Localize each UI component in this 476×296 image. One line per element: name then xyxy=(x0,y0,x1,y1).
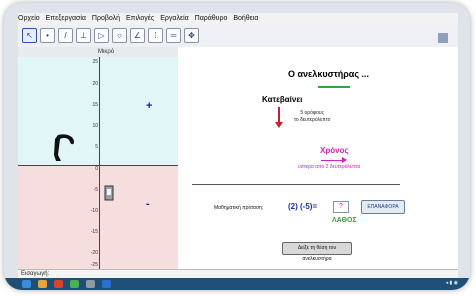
point-tool-icon[interactable]: • xyxy=(40,28,55,43)
y-tick: -20 xyxy=(90,250,98,256)
direction-label: Κατεβαίνει xyxy=(262,95,303,104)
y-tick: 20 xyxy=(92,81,98,87)
title-underline xyxy=(318,86,350,88)
menu-file[interactable]: Ορχείο xyxy=(18,15,40,22)
circle-tool-icon[interactable]: ○ xyxy=(112,28,127,43)
word-icon[interactable] xyxy=(102,280,111,288)
time-label: Χρόνος xyxy=(320,146,349,155)
menu-window[interactable]: Παράθυρο xyxy=(195,15,228,22)
down-arrow-icon xyxy=(278,107,280,123)
applet-panel: Ο ανελκυστήρας ... Κατεβαίνει 5 ορόφους … xyxy=(178,47,458,269)
style-bar-label[interactable]: Μικρό xyxy=(98,49,114,55)
y-tick: 10 xyxy=(92,123,98,129)
perpendicular-tool-icon[interactable]: ⊥ xyxy=(76,28,91,43)
angle-tool-icon[interactable]: ∠ xyxy=(130,28,145,43)
y-tick: 5 xyxy=(95,144,98,150)
app-icon[interactable] xyxy=(70,280,79,288)
x-axis xyxy=(18,165,178,166)
explorer-icon[interactable] xyxy=(38,280,47,288)
start-icon[interactable] xyxy=(22,280,31,288)
browser-icon[interactable] xyxy=(54,280,63,288)
y-tick: -25 xyxy=(90,262,98,268)
direction-desc-line2: το δευτερόλεπτο xyxy=(294,117,331,123)
answer-input[interactable]: ? xyxy=(333,201,349,213)
page-title: Ο ανελκυστήρας ... xyxy=(288,69,370,79)
move-view-tool-icon[interactable]: ✥ xyxy=(184,28,199,43)
cursor-tool-icon[interactable]: ↖ xyxy=(22,28,37,43)
expression: (2) (-5)= xyxy=(288,202,318,211)
y-tick: 0 xyxy=(95,166,98,172)
minus-sign: - xyxy=(146,198,150,210)
graphics-view[interactable]: 25 20 15 10 5 0 -5 -10 -15 -20 -25 + - xyxy=(18,57,178,269)
menu-edit[interactable]: Επεξεργασία xyxy=(46,15,86,22)
folder-icon[interactable] xyxy=(86,280,95,288)
menu-options[interactable]: Επιλογές xyxy=(126,15,154,22)
menu-tools[interactable]: Εργαλεία xyxy=(160,15,188,22)
person-figure-icon xyxy=(54,134,74,161)
menu-bar: Ορχείο Επεξεργασία Προβολή Επιλογές Εργα… xyxy=(18,13,458,25)
expression-label: Μαθηματική πρόταση: xyxy=(214,205,264,211)
menu-help[interactable]: Βοήθεια xyxy=(233,15,258,22)
time-arrow-icon xyxy=(321,160,343,161)
down-arrow-head-icon xyxy=(275,122,283,128)
reset-button[interactable]: ΕΠΑΝΑΦΟΡΑ xyxy=(361,200,405,214)
y-tick: -10 xyxy=(90,208,98,214)
window-frame: Ορχείο Επεξεργασία Προβολή Επιλογές Εργα… xyxy=(4,3,470,290)
reflect-tool-icon[interactable]: ⁞ xyxy=(148,28,163,43)
result-status: ΛΑΘΟΣ xyxy=(332,217,357,224)
line-tool-icon[interactable]: / xyxy=(58,28,73,43)
polygon-tool-icon[interactable]: ▷ xyxy=(94,28,109,43)
input-bar-label: Εισαγωγή: xyxy=(21,271,50,277)
show-elevator-button[interactable]: Δείξε τη θέση του ανελκυστήρα xyxy=(282,242,352,262)
graphics-style-bar: Μικρό xyxy=(18,47,178,57)
taskbar: ◂ ▮ ◉ xyxy=(4,278,470,290)
y-axis xyxy=(99,57,100,269)
elevator-icon[interactable] xyxy=(104,185,114,201)
time-description: ύστερα από 2 δευτερόλεπτα xyxy=(298,164,361,170)
plus-sign: + xyxy=(146,100,153,112)
y-tick: -15 xyxy=(90,229,98,235)
undo-icon[interactable] xyxy=(438,33,448,43)
negative-region xyxy=(18,165,178,269)
direction-desc-line1: 5 ορόφους xyxy=(300,110,325,116)
system-tray: ◂ ▮ ◉ xyxy=(445,280,458,286)
slider-tool-icon[interactable]: ═ xyxy=(166,28,181,43)
y-tick: -5 xyxy=(93,187,98,193)
y-tick: 15 xyxy=(92,102,98,108)
positive-region xyxy=(18,57,178,165)
menu-view[interactable]: Προβολή xyxy=(92,15,120,22)
toolbar: ↖ • / ⊥ ▷ ○ ∠ ⁞ ═ ✥ xyxy=(18,25,458,48)
direction-description: 5 ορόφους το δευτερόλεπτο xyxy=(294,110,330,124)
time-arrow-head-icon xyxy=(342,157,347,163)
divider xyxy=(192,184,400,185)
y-tick: 25 xyxy=(92,59,98,65)
